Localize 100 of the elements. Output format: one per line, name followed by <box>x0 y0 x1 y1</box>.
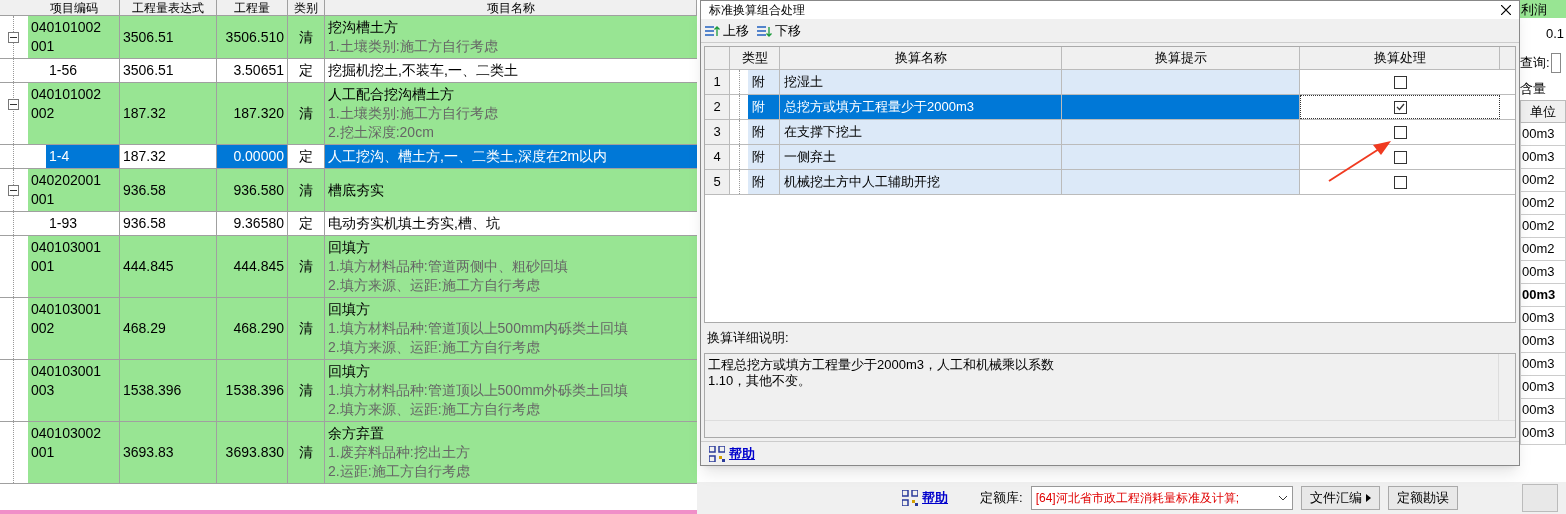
table-cell: 040103002001 <box>28 422 119 483</box>
table-cell: 3506.51 <box>120 16 217 58</box>
table-row[interactable]: 1-4 187.32 0.00000 定 人工挖沟、槽土方,一、二类土,深度在2m以内 <box>0 145 697 169</box>
table-cell: 清 <box>288 16 325 58</box>
table-cell: 总挖方或填方工程量少于2000m3 <box>780 95 1062 119</box>
item-description: 1.填方材料品种:管道两侧中、粗砂回填 <box>328 257 569 276</box>
item-title: 槽底夯实 <box>328 180 385 200</box>
toolbar-button[interactable]: 定额勘误 <box>1387 486 1458 510</box>
table-cell: 清 <box>288 360 325 421</box>
table-cell: 040103001003 <box>28 360 119 421</box>
column-header[interactable]: 换算处理 <box>1300 47 1500 69</box>
column-header[interactable]: 换算提示 <box>1062 47 1300 69</box>
table-cell: 468.290 <box>217 298 288 359</box>
table-row[interactable]: 040101002002 187.32 187.320 清 人工配合挖沟槽土方 1.土壤类别:施工方自行考虑 2.挖土深度:20cm <box>0 83 697 145</box>
item-title: 挖掘机挖土,不装车,一、二类土 <box>328 61 519 80</box>
table-row[interactable]: 1-93 936.58 9.36580 定 电动夯实机填土夯实,槽、坑 <box>0 212 697 236</box>
table-cell: 在支撑下挖土 <box>780 120 1062 144</box>
item-title: 电动夯实机填土夯实,槽、坑 <box>328 214 501 233</box>
table-cell: 3.50651 <box>217 59 288 82</box>
library-label: 定额库: <box>980 489 1023 508</box>
column-header[interactable]: 项目编码 <box>0 0 120 15</box>
table-cell: 936.58 <box>120 212 217 235</box>
table-cell: 0.00000 <box>217 145 288 168</box>
item-description: 2.运距:施工方自行考虑 <box>328 462 471 481</box>
toolbar-button[interactable]: 文件汇编 <box>1300 486 1380 510</box>
table-cell: 040103001002 <box>28 298 119 359</box>
column-header[interactable]: 类型 <box>730 47 780 69</box>
item-title: 回填方 <box>328 238 371 257</box>
table-cell: 936.58 <box>120 169 217 211</box>
table-cell: 187.32 <box>120 83 217 144</box>
item-description: 1.土壤类别:施工方自行考虑 <box>328 104 499 123</box>
column-header[interactable]: 利润 <box>1520 0 1566 18</box>
table-row[interactable]: 040202001001 936.58 936.580 清 槽底夯实 <box>0 169 697 212</box>
table-cell: 1538.396 <box>120 360 217 421</box>
table-cell: 040101002001 <box>28 16 119 58</box>
table-cell: 040101002002 <box>28 83 119 144</box>
row-number: 1 <box>705 70 730 94</box>
table-row[interactable]: 040103001003 1538.396 1538.396 清 回填方 1.填方材料品种:管道顶以上500mm外砾类土回填 2.填方来源、运距:施工方自行考虑 <box>0 360 697 422</box>
table-cell: 清 <box>288 236 325 297</box>
table-row[interactable]: 040101002001 3506.51 3506.510 清 挖沟槽土方 1.土壤类别:施工方自行考虑 <box>0 16 697 59</box>
table-cell: 936.580 <box>217 169 288 211</box>
table-cell: 附 <box>748 145 780 169</box>
table-cell: 附 <box>748 170 780 194</box>
column-header[interactable]: 单位 <box>1520 100 1566 123</box>
row-number: 2 <box>705 95 730 119</box>
table-cell: 040202001001 <box>28 169 119 211</box>
column-header[interactable]: 换算名称 <box>780 47 1062 69</box>
detail-text: 工程总挖方或填方工程量少于2000m3，人工和机械乘以系数 1.10，其他不变。 <box>707 356 1055 390</box>
query-label: 查询: <box>1520 54 1550 73</box>
toolbar-button[interactable]: 下移 <box>757 20 801 41</box>
item-description: 1.废弃料品种:挖出土方 <box>328 443 471 462</box>
column-header[interactable]: 工程量 <box>217 0 288 15</box>
table-row[interactable]: 040103001001 444.845 444.845 清 回填方 1.填方材料品种:管道两侧中、粗砂回填 2.填方来源、运距:施工方自行考虑 <box>0 236 697 298</box>
column-header[interactable]: 类别 <box>288 0 325 15</box>
help-link[interactable]: 帮助 <box>729 443 755 464</box>
table-cell: 附 <box>748 70 780 94</box>
table-row[interactable]: 040103002001 3693.83 3693.830 清 余方弃置 1.废弃料品种:挖出土方 2.运距:施工方自行考虑 <box>0 422 697 484</box>
table-cell: 040103001001 <box>28 236 119 297</box>
row-number: 4 <box>705 145 730 169</box>
table-cell: 9.36580 <box>217 212 288 235</box>
library-dropdown[interactable]: [64]河北省市政工程消耗量标准及计算; <box>1030 486 1293 510</box>
table-cell: 3693.83 <box>120 422 217 483</box>
table-cell: 444.845 <box>120 236 217 297</box>
table-cell: 清 <box>288 422 325 483</box>
item-title: 人工配合挖沟槽土方 <box>328 85 455 104</box>
item-description: 1.填方材料品种:管道顶以上500mm外砾类土回填 <box>328 381 630 400</box>
table-cell: 3506.51 <box>120 59 217 82</box>
table-cell: 附 <box>748 95 780 119</box>
table-cell: 444.845 <box>217 236 288 297</box>
table-cell: 挖湿土 <box>780 70 1062 94</box>
table-cell: 1538.396 <box>217 360 288 421</box>
item-description: 2.填方来源、运距:施工方自行考虑 <box>328 276 541 295</box>
table-cell: 清 <box>288 298 325 359</box>
table-cell: 1-4 <box>46 145 119 168</box>
table-cell-text: 0.1 <box>1544 25 1565 43</box>
dialog-title: 标准换算组合处理 <box>709 2 806 19</box>
table-row[interactable]: 040103001002 468.29 468.290 清 回填方 1.填方材料品种:管道顶以上500mm内砾类土回填 2.填方来源、运距:施工方自行考虑 <box>0 298 697 360</box>
table-cell: 一侧弃土 <box>780 145 1062 169</box>
toolbar-button[interactable]: 上移 <box>705 20 749 41</box>
item-title: 回填方 <box>328 362 371 381</box>
table-row[interactable]: 1-56 3506.51 3.50651 定 挖掘机挖土,不装车,一、二类土 <box>0 59 697 83</box>
item-title: 回填方 <box>328 300 371 319</box>
row-number: 3 <box>705 120 730 144</box>
table-cell: 定 <box>288 59 325 82</box>
item-description: 2.填方来源、运距:施工方自行考虑 <box>328 338 541 357</box>
table-cell: 机械挖土方中人工辅助开挖 <box>780 170 1062 194</box>
item-description: 1.土壤类别:施工方自行考虑 <box>328 37 499 56</box>
item-title: 人工挖沟、槽土方,一、二类土,深度在2m以内 <box>328 147 609 166</box>
item-description: 2.挖土深度:20cm <box>328 123 435 142</box>
item-title: 余方弃置 <box>328 424 385 443</box>
item-description: 1.填方材料品种:管道顶以上500mm内砾类土回填 <box>328 319 630 338</box>
section-label: 含量 <box>1520 80 1547 99</box>
item-description: 2.填方来源、运距:施工方自行考虑 <box>328 400 541 419</box>
table-cell: 3506.510 <box>217 16 288 58</box>
row-number: 5 <box>705 170 730 194</box>
help-link[interactable]: 帮助 <box>922 488 948 508</box>
table-cell: 清 <box>288 169 325 211</box>
column-header[interactable]: 工程量表达式 <box>120 0 217 15</box>
table-cell: 定 <box>288 212 325 235</box>
detail-label: 换算详细说明: <box>707 329 789 348</box>
